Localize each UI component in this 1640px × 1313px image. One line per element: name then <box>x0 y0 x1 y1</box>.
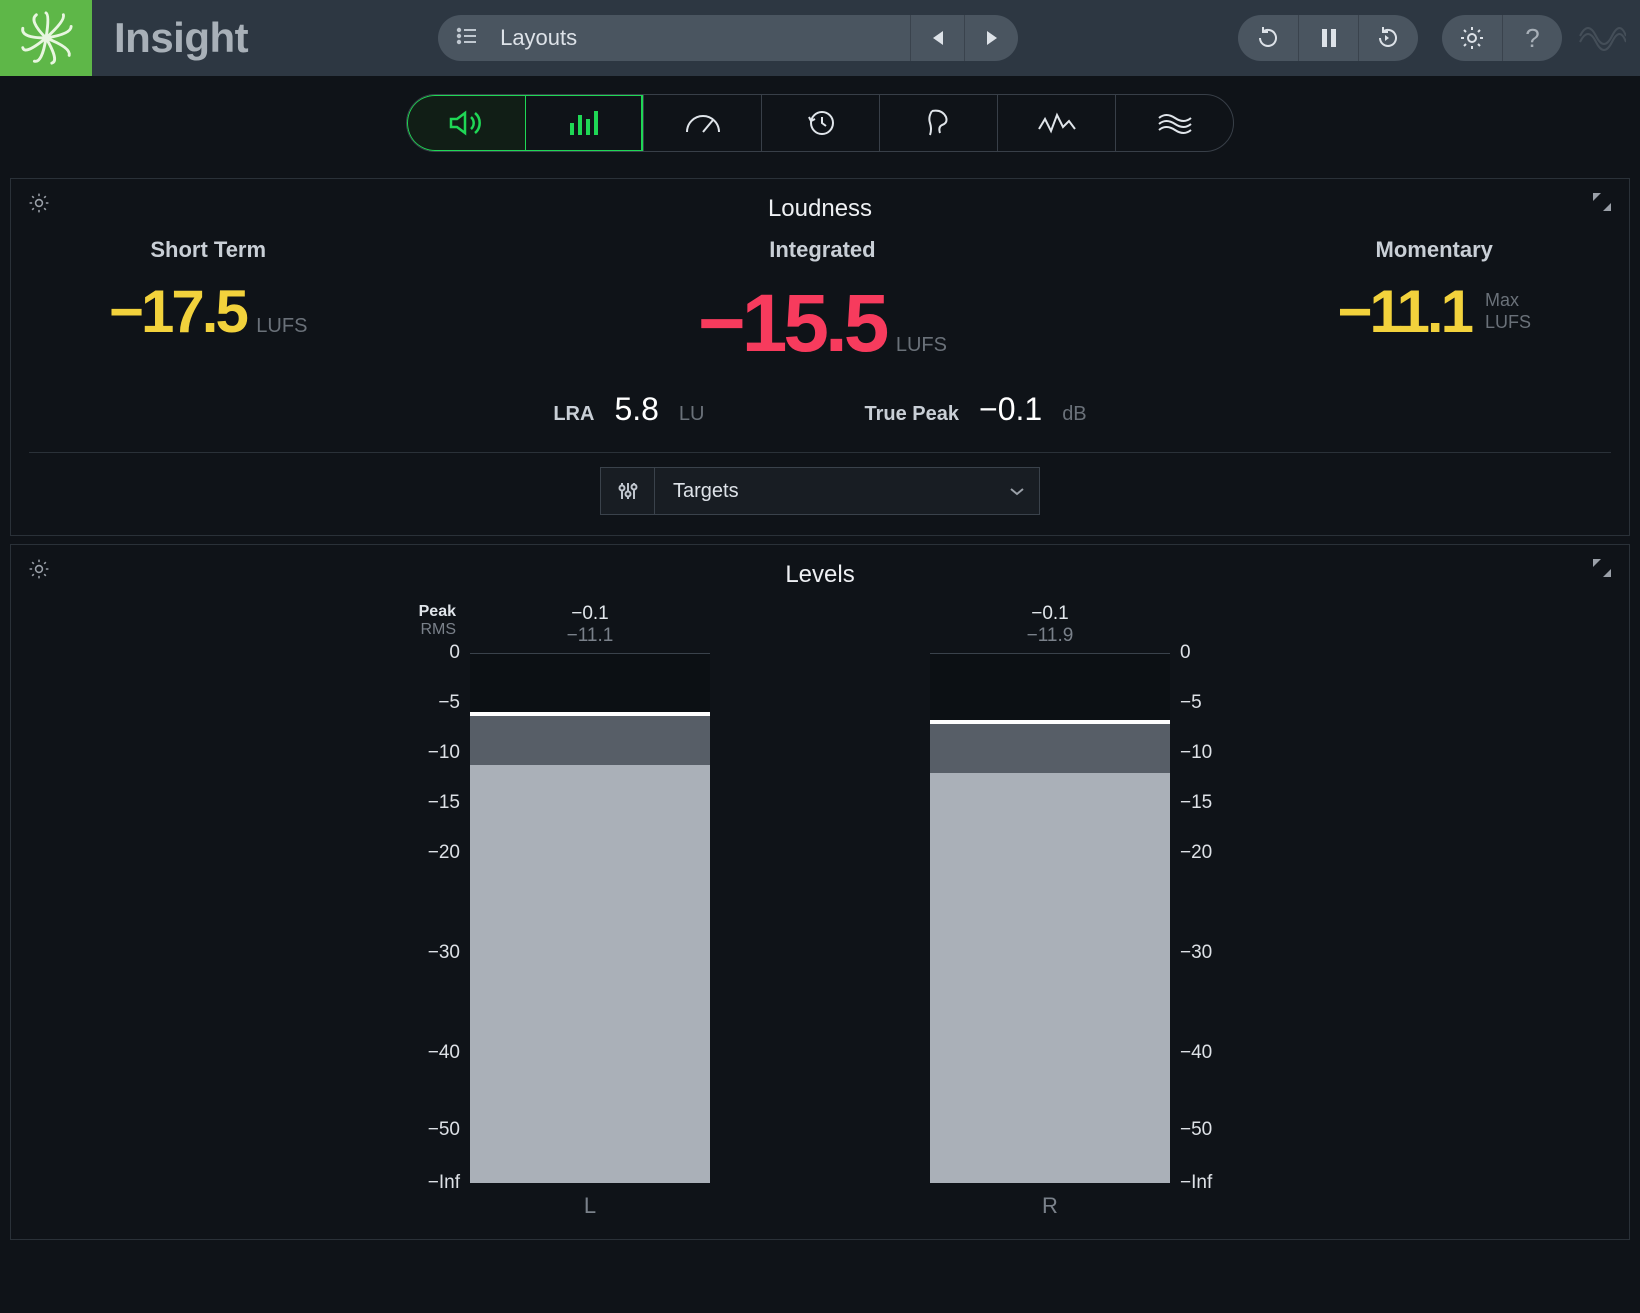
peak-value: −0.1 <box>930 603 1170 625</box>
rms-label: RMS <box>380 621 456 639</box>
wave-decoration <box>1578 16 1626 61</box>
lra-value: 5.8 <box>614 391 658 428</box>
channel-label: R <box>930 1193 1170 1219</box>
integrated-value: −15.5 <box>698 278 885 369</box>
scale-tick: −5 <box>370 692 460 714</box>
layouts-label: Layouts <box>500 25 910 51</box>
short-term-value: −17.5 <box>109 278 246 345</box>
integrated-label: Integrated <box>698 237 947 263</box>
reset-button[interactable] <box>1238 15 1298 61</box>
scale-tick: −10 <box>1180 742 1270 764</box>
true-peak-value: −0.1 <box>979 391 1042 428</box>
tab-spectrogram[interactable] <box>1115 95 1233 151</box>
scale-tick: −50 <box>370 1119 460 1141</box>
help-button[interactable]: ? <box>1502 15 1562 61</box>
scale-left: 0−5−10−15−20−30−40−50−Inf <box>380 653 470 1183</box>
list-icon <box>456 27 478 50</box>
lra-label: LRA <box>553 403 594 426</box>
scale-tick: 0 <box>370 642 460 664</box>
peak-value: −0.1 <box>470 603 710 625</box>
topbar: Insight Layouts ? <box>0 0 1640 76</box>
lra-block: LRA 5.8 LU <box>553 391 704 428</box>
levels-panel: Levels Peak RMS −0.1−11.1−0.1−11.9 0−5−1… <box>10 544 1630 1240</box>
tab-history[interactable] <box>761 95 879 151</box>
rms-value: −11.9 <box>930 625 1170 647</box>
meter-L <box>470 653 710 1183</box>
loudness-title: Loudness <box>29 187 1611 237</box>
scale-tick: −15 <box>1180 792 1270 814</box>
integrated-block: Integrated −15.5 LUFS <box>698 237 947 371</box>
tab-levels[interactable] <box>525 95 643 151</box>
chevron-down-icon <box>995 468 1039 514</box>
transport-group <box>1238 15 1418 61</box>
layouts-prev-button[interactable] <box>910 15 964 61</box>
momentary-side1: Max <box>1485 290 1531 312</box>
scale-tick: −40 <box>1180 1042 1270 1064</box>
tab-spectrum[interactable] <box>997 95 1115 151</box>
module-tabs <box>0 76 1640 170</box>
integrated-unit: LUFS <box>896 334 947 356</box>
layouts-next-button[interactable] <box>964 15 1018 61</box>
levels-readout-labels: Peak RMS <box>380 603 470 647</box>
spiral-logo-icon <box>17 9 75 67</box>
true-peak-unit: dB <box>1062 403 1086 426</box>
lra-unit: LU <box>679 403 705 426</box>
scale-tick: −20 <box>370 842 460 864</box>
momentary-value: −11.1 <box>1337 277 1471 346</box>
tab-meter-gauge[interactable] <box>643 95 761 151</box>
sliders-icon <box>601 468 655 514</box>
short-term-block: Short Term −17.5 LUFS <box>109 237 307 346</box>
momentary-block: Momentary −11.1 Max LUFS <box>1337 237 1531 346</box>
short-term-label: Short Term <box>109 237 307 263</box>
restart-button[interactable] <box>1358 15 1418 61</box>
app-logo <box>0 0 92 76</box>
channel-readout: −0.1−11.1 <box>470 603 710 647</box>
momentary-label: Momentary <box>1337 237 1531 263</box>
targets-dropdown[interactable]: Targets <box>600 467 1040 515</box>
levels-settings-button[interactable] <box>27 557 51 586</box>
true-peak-label: True Peak <box>865 403 960 426</box>
scale-tick: −50 <box>1180 1119 1270 1141</box>
peak-label: Peak <box>380 603 456 621</box>
short-term-unit: LUFS <box>256 315 307 337</box>
loudness-expand-button[interactable] <box>1591 191 1613 218</box>
scale-tick: −10 <box>370 742 460 764</box>
rms-value: −11.1 <box>470 625 710 647</box>
channel-label: L <box>470 1193 710 1219</box>
scale-tick: −15 <box>370 792 460 814</box>
divider <box>29 452 1611 453</box>
app-title: Insight <box>114 14 248 62</box>
scale-tick: −20 <box>1180 842 1270 864</box>
true-peak-block: True Peak −0.1 dB <box>865 391 1087 428</box>
scale-tick: −40 <box>370 1042 460 1064</box>
levels-expand-button[interactable] <box>1591 557 1613 584</box>
loudness-settings-button[interactable] <box>27 191 51 220</box>
channel-readout: −0.1−11.9 <box>930 603 1170 647</box>
loudness-panel: Loudness Short Term −17.5 LUFS Integrate… <box>10 178 1630 536</box>
scale-tick: 0 <box>1180 642 1270 664</box>
meter-bar <box>470 653 710 1183</box>
settings-button[interactable] <box>1442 15 1502 61</box>
layouts-selector[interactable]: Layouts <box>438 15 1018 61</box>
scale-tick: −Inf <box>370 1172 460 1194</box>
tab-loudness[interactable] <box>407 95 525 151</box>
scale-tick: −5 <box>1180 692 1270 714</box>
momentary-side2: LUFS <box>1485 312 1531 334</box>
levels-title: Levels <box>29 553 1611 603</box>
pause-button[interactable] <box>1298 15 1358 61</box>
meter-R <box>930 653 1170 1183</box>
targets-label: Targets <box>655 468 995 514</box>
meter-bar <box>930 653 1170 1183</box>
scale-tick: −Inf <box>1180 1172 1270 1194</box>
scale-tick: −30 <box>1180 942 1270 964</box>
tab-intelligibility[interactable] <box>879 95 997 151</box>
scale-right: 0−5−10−15−20−30−40−50−Inf <box>1170 653 1260 1183</box>
settings-group: ? <box>1442 15 1562 61</box>
scale-tick: −30 <box>370 942 460 964</box>
